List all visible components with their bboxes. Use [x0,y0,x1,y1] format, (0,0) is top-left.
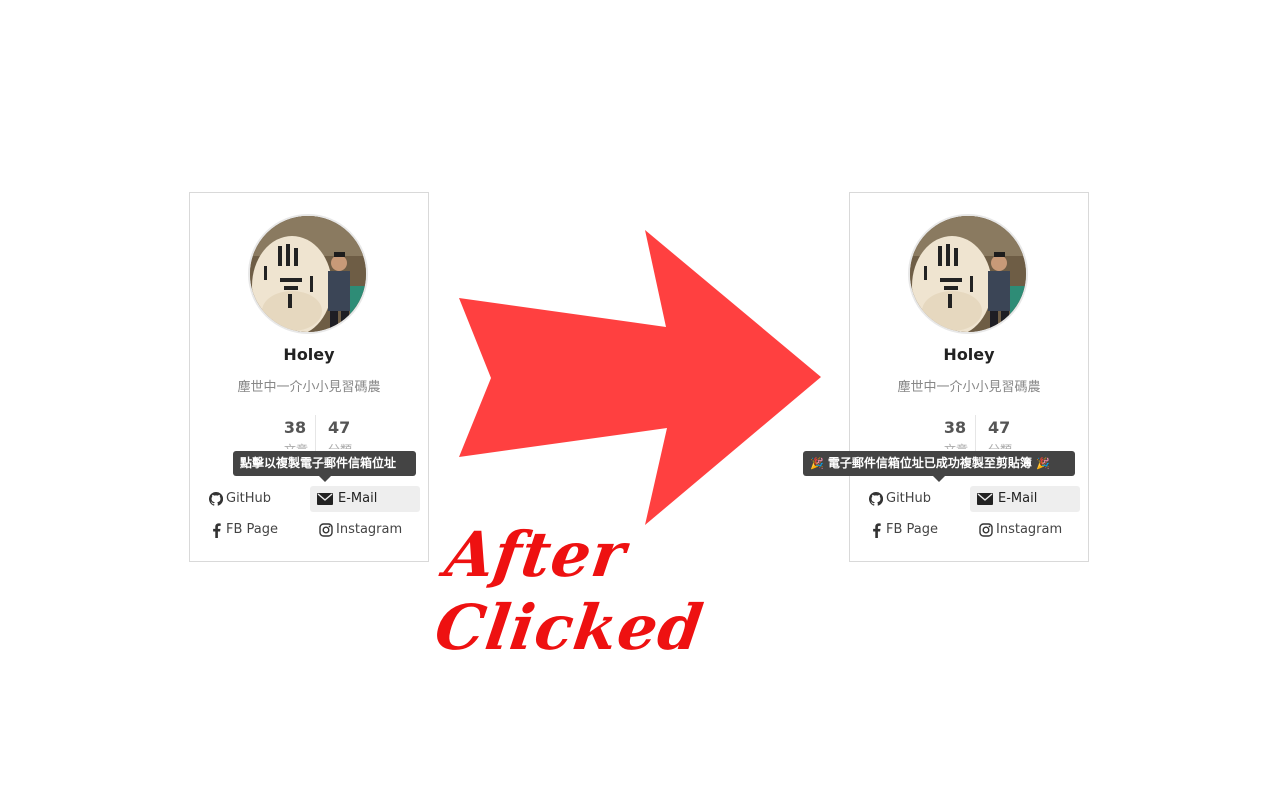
party-popper-icon: 🎉 [810,457,824,470]
github-icon [868,486,884,512]
posts-label: 文章 [936,441,976,449]
email-link[interactable]: E-Mail [310,486,420,512]
posts-count[interactable]: 38 [930,418,980,437]
envelope-icon [317,486,333,512]
github-label: GitHub [886,491,932,506]
categories-label: 分類 [988,441,1028,449]
instagram-link[interactable]: Instagram [978,517,1080,543]
instagram-icon [318,517,334,543]
posts-count[interactable]: 38 [270,418,320,437]
github-link[interactable]: GitHub [868,486,968,512]
fb-page-link[interactable]: FB Page [208,517,308,543]
categories-count[interactable]: 47 [328,418,378,437]
after-clicked-caption: After Clicked [430,518,709,664]
envelope-icon [977,486,993,512]
facebook-icon [868,517,884,543]
github-link[interactable]: GitHub [208,486,308,512]
profile-card-after: Holey 塵世中一介小小見習碼農 38 47 文章 分類 GitHub E-M… [803,192,1089,562]
instagram-icon [978,517,994,543]
email-label: E-Mail [338,491,378,506]
avatar [248,214,368,334]
email-label: E-Mail [998,491,1038,506]
fb-page-label: FB Page [226,522,278,537]
facebook-icon [208,517,224,543]
email-tooltip-before: 點擊以複製電子郵件信箱位址 [233,451,416,482]
profile-name: Holey [283,345,335,364]
profile-motto: 塵世中一介小小見習碼農 [897,380,1041,395]
categories-label: 分類 [328,441,368,449]
fb-page-link[interactable]: FB Page [868,517,968,543]
fb-page-label: FB Page [886,522,938,537]
github-label: GitHub [226,491,272,506]
profile-name: Holey [943,345,995,364]
profile-motto: 塵世中一介小小見習碼農 [237,380,381,395]
github-icon [208,486,224,512]
instagram-link[interactable]: Instagram [318,517,420,543]
avatar [908,214,1028,334]
profile-card-before: Holey 塵世中一介小小見習碼農 38 47 文章 分類 GitHub E-M… [189,192,429,562]
email-tooltip-after: 🎉 電子郵件信箱位址已成功複製至剪貼簿 🎉 [803,451,1075,482]
posts-label: 文章 [276,441,316,449]
email-link[interactable]: E-Mail [970,486,1080,512]
right-arrow [459,230,821,525]
instagram-label: Instagram [336,522,403,537]
stat-divider [975,415,976,455]
instagram-label: Instagram [996,522,1063,537]
stat-divider [315,415,316,455]
party-popper-icon: 🎉 [1036,457,1050,470]
categories-count[interactable]: 47 [988,418,1038,437]
